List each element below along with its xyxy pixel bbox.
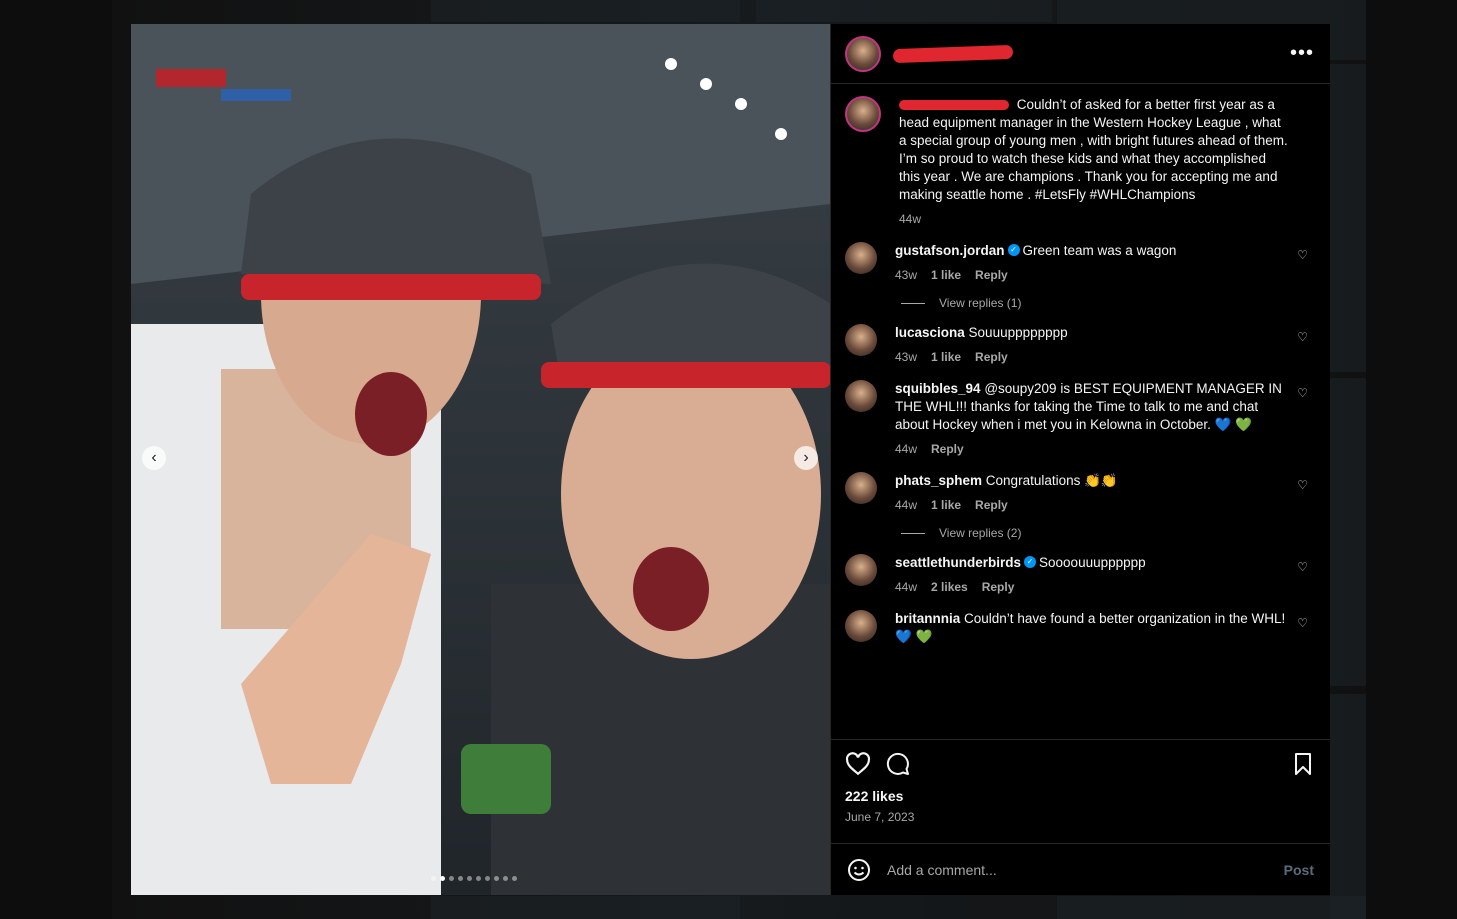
like-comment-heart-icon[interactable]: ♡ xyxy=(1297,478,1308,492)
carousel-dot xyxy=(503,876,508,881)
comment-text: Soooouuupppppp xyxy=(1039,555,1146,570)
chevron-right-icon: › xyxy=(803,449,809,466)
view-replies-label: View replies (2) xyxy=(939,526,1022,540)
caption-time: 44w xyxy=(899,212,922,226)
chevron-left-icon: ‹ xyxy=(151,449,157,466)
grid-tile xyxy=(1330,694,1366,919)
commenter-avatar[interactable] xyxy=(845,472,877,504)
view-replies-button[interactable]: View replies (1) xyxy=(901,296,1314,310)
carousel-dot xyxy=(485,876,490,881)
reply-button[interactable]: Reply xyxy=(931,440,964,458)
like-count[interactable]: 222 likes xyxy=(845,788,1314,804)
comment-likes[interactable]: 1 like xyxy=(931,348,961,366)
reply-button[interactable]: Reply xyxy=(982,578,1015,596)
comment-text: Green team was a wagon xyxy=(1022,243,1177,258)
comment-time: 43w xyxy=(895,268,918,282)
like-comment-heart-icon[interactable]: ♡ xyxy=(1297,330,1308,344)
post-date: June 7, 2023 xyxy=(845,810,915,824)
post-actions: 222 likes June 7, 2023 xyxy=(831,739,1330,843)
comment-row: seattlethunderbirds ✓ Soooouuupppppp 44w 2 l… xyxy=(845,554,1314,596)
commenter-avatar[interactable] xyxy=(845,610,877,642)
comment-input[interactable] xyxy=(887,861,1284,878)
grid-tile xyxy=(1330,64,1366,372)
more-options-icon[interactable]: ••• xyxy=(1290,42,1314,65)
comment-composer: Post xyxy=(831,843,1330,895)
redacted-username xyxy=(892,44,1014,63)
grid-tile xyxy=(756,0,1052,22)
commenter-avatar[interactable] xyxy=(845,242,877,274)
like-comment-heart-icon[interactable]: ♡ xyxy=(1297,386,1308,400)
comment-likes[interactable]: 1 like xyxy=(931,496,961,514)
carousel-dot xyxy=(449,876,454,881)
comment-username[interactable]: lucasciona xyxy=(895,325,965,340)
heart-icon[interactable] xyxy=(845,752,871,776)
comment-username[interactable]: squibbles_94 xyxy=(895,381,981,396)
selfie-illustration xyxy=(131,24,830,895)
comment-row: britannnia Couldn’t have found a better … xyxy=(845,610,1314,646)
comments-list[interactable]: Couldn’t of asked for a better first yea… xyxy=(831,84,1330,739)
comment-time: 44w xyxy=(895,498,918,512)
carousel-dot xyxy=(440,876,445,881)
bookmark-icon[interactable] xyxy=(1292,752,1314,776)
commenter-avatar[interactable] xyxy=(845,324,877,356)
author-avatar[interactable] xyxy=(845,35,881,72)
post-modal: ‹ › ••• Couldn’t of asked for a better f… xyxy=(131,24,1330,895)
carousel-dot xyxy=(512,876,517,881)
comment-time: 43w xyxy=(895,350,918,364)
caption-avatar[interactable] xyxy=(845,96,881,132)
carousel-dot xyxy=(431,876,436,881)
emoji-icon[interactable] xyxy=(847,858,871,882)
like-comment-heart-icon[interactable]: ♡ xyxy=(1297,616,1308,630)
carousel-dot xyxy=(467,876,472,881)
post-photo[interactable]: ‹ › xyxy=(131,24,830,895)
verified-badge-icon: ✓ xyxy=(1024,556,1037,569)
carousel-indicator xyxy=(431,876,517,881)
divider-line xyxy=(901,532,925,534)
comment-text: Congratulations 👏👏 xyxy=(985,473,1118,488)
comment-likes[interactable]: 2 likes xyxy=(931,578,968,596)
comment-time: 44w xyxy=(895,580,918,594)
grid-tile xyxy=(431,0,740,22)
carousel-dot xyxy=(494,876,499,881)
caption: Couldn’t of asked for a better first yea… xyxy=(845,96,1314,228)
like-comment-heart-icon[interactable]: ♡ xyxy=(1297,248,1308,262)
post-comment-button[interactable]: Post xyxy=(1284,862,1314,878)
commenter-avatar[interactable] xyxy=(845,554,877,586)
redacted-caption-username xyxy=(899,100,1009,111)
post-header: ••• xyxy=(831,24,1330,84)
comment-username[interactable]: seattlethunderbirds xyxy=(895,555,1021,570)
comment-row: phats_sphem Congratulations 👏👏 44w 1 like R… xyxy=(845,472,1314,514)
view-replies-label: View replies (1) xyxy=(939,296,1022,310)
comment-bubble-icon[interactable] xyxy=(885,752,911,776)
view-replies-button[interactable]: View replies (2) xyxy=(901,526,1314,540)
reply-button[interactable]: Reply xyxy=(975,266,1008,284)
comment-username[interactable]: britannnia xyxy=(895,611,960,626)
reply-button[interactable]: Reply xyxy=(975,496,1008,514)
comment-username[interactable]: gustafson.jordan xyxy=(895,243,1005,258)
like-comment-heart-icon[interactable]: ♡ xyxy=(1297,560,1308,574)
carousel-dot xyxy=(458,876,463,881)
carousel-dot xyxy=(476,876,481,881)
grid-tile xyxy=(431,896,740,919)
divider-line xyxy=(901,302,925,304)
commenter-avatar[interactable] xyxy=(845,380,877,412)
comment-row: squibbles_94 @soupy209 is BEST EQUIPMENT… xyxy=(845,380,1314,458)
comment-time: 44w xyxy=(895,442,918,456)
previous-photo-button[interactable]: ‹ xyxy=(142,446,166,470)
verified-badge-icon: ✓ xyxy=(1007,244,1020,257)
comment-row: lucasciona Souuupppppppp 43w 1 like Reply ♡ xyxy=(845,324,1314,366)
next-photo-button[interactable]: › xyxy=(794,446,818,470)
comment-username[interactable]: phats_sphem xyxy=(895,473,982,488)
grid-tile xyxy=(1330,378,1366,686)
grid-tile xyxy=(1057,896,1366,919)
comment-row: gustafson.jordan ✓ Green team was a wagon 4… xyxy=(845,242,1314,284)
reply-button[interactable]: Reply xyxy=(975,348,1008,366)
caption-text: Couldn’t of asked for a better first yea… xyxy=(899,97,1288,202)
comment-likes[interactable]: 1 like xyxy=(931,266,961,284)
post-sidebar: ••• Couldn’t of asked for a better first… xyxy=(830,24,1330,895)
comment-text: Souuupppppppp xyxy=(968,325,1068,340)
